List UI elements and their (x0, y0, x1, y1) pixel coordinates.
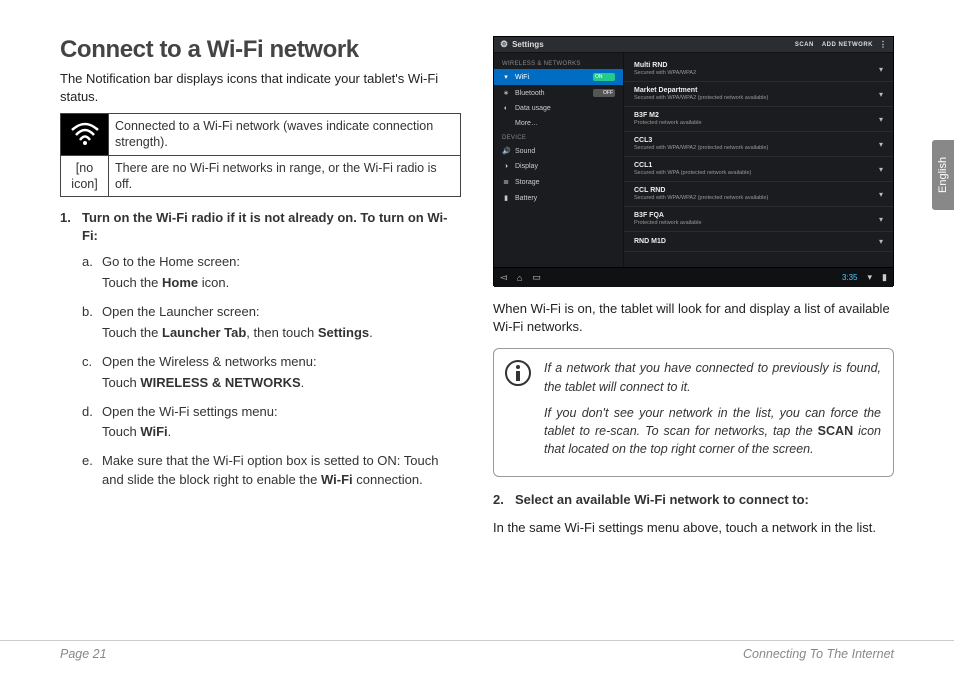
battery-icon: ▮ (882, 272, 887, 283)
sidebar-item: ◐Data usage (494, 101, 623, 116)
right-column: ⚙ Settings SCAN ADD NETWORK ⋮ WIRELESS &… (493, 36, 894, 620)
status-desc-2: There are no Wi-Fi networks in range, or… (109, 155, 461, 197)
network-row: Market DepartmentSecured with WPA/WPA2 (… (624, 82, 893, 107)
note-p1: If a network that you have connected to … (544, 359, 881, 395)
step-1e: Make sure that the Wi-Fi option box is s… (82, 452, 461, 490)
network-row: CCL3Secured with WPA/WPA2 (protected net… (624, 132, 893, 157)
add-network-action: ADD NETWORK (822, 42, 873, 48)
shot-network-list: Multi RNDSecured with WPA/WPA2▾Market De… (624, 53, 893, 267)
wifi-icon (70, 122, 100, 146)
overflow-icon: ⋮ (879, 40, 887, 49)
network-row: B3F M2Protected network available▾ (624, 107, 893, 132)
note-p2: If you don't see your network in the lis… (544, 404, 881, 458)
clock: 3:35 (842, 273, 858, 282)
step-2-body: In the same Wi-Fi settings menu above, t… (493, 519, 894, 537)
section-name: Connecting To The Internet (743, 647, 894, 661)
status-table: Connected to a Wi-Fi network (waves indi… (60, 113, 461, 197)
info-note: If a network that you have connected to … (493, 348, 894, 477)
no-icon-cell: [no icon] (61, 155, 109, 197)
caption-text: When Wi-Fi is on, the tablet will look f… (493, 300, 894, 336)
home-icon: ⌂ (517, 273, 522, 283)
network-row: CCL1Secured with WPA (protected network … (624, 157, 893, 182)
step-1-head: Turn on the Wi-Fi radio if it is not alr… (82, 210, 447, 243)
status-desc-1: Connected to a Wi-Fi network (waves indi… (109, 114, 461, 156)
shot-titlebar: ⚙ Settings SCAN ADD NETWORK ⋮ (494, 37, 893, 53)
settings-screenshot: ⚙ Settings SCAN ADD NETWORK ⋮ WIRELESS &… (493, 36, 894, 286)
step-1: Turn on the Wi-Fi radio if it is not alr… (60, 209, 461, 490)
page-title: Connect to a Wi-Fi network (60, 36, 461, 64)
sidebar-item: ▾WiFiON (494, 69, 623, 85)
shot-title: Settings (512, 40, 544, 49)
step-1b: Open the Launcher screen: Touch the Laun… (82, 303, 461, 343)
sidebar-item: More… (494, 116, 623, 131)
network-row: CCL RNDSecured with WPA/WPA2 (protected … (624, 182, 893, 207)
sidebar-item: ▮Battery (494, 190, 623, 206)
left-column: Connect to a Wi-Fi network The Notificat… (60, 36, 461, 620)
network-row: Multi RNDSecured with WPA/WPA2▾ (624, 57, 893, 82)
page-number: Page 21 (60, 647, 107, 661)
step-1a: Go to the Home screen: Touch the Home ic… (82, 253, 461, 293)
sidebar-item: ◑Display (494, 159, 623, 174)
network-row: RND M1D▾ (624, 232, 893, 252)
info-icon (504, 359, 532, 387)
side-header-wireless: WIRELESS & NETWORKS (494, 57, 623, 69)
step-2: Select an available Wi-Fi network to con… (493, 491, 894, 509)
language-tab: English (932, 140, 954, 210)
back-icon: ◅ (500, 272, 507, 283)
page-footer: Page 21 Connecting To The Internet (0, 640, 954, 661)
step-2-head: Select an available Wi-Fi network to con… (515, 492, 809, 507)
scan-action: SCAN (795, 42, 814, 48)
network-row: B3F FQAProtected network available▾ (624, 207, 893, 232)
shot-navbar: ◅ ⌂ ▭ 3:35 ▾ ▮ (494, 267, 893, 287)
sidebar-item: 🔊Sound (494, 143, 623, 159)
recents-icon: ▭ (532, 272, 541, 283)
intro-text: The Notification bar displays icons that… (60, 70, 461, 105)
side-header-device: DEVICE (494, 131, 623, 143)
gear-icon: ⚙ (500, 39, 508, 50)
wifi-status-icon: ▾ (868, 272, 873, 283)
step-1c: Open the Wireless & networks menu: Touch… (82, 353, 461, 393)
sidebar-item: ≣Storage (494, 174, 623, 190)
shot-sidebar: WIRELESS & NETWORKS ▾WiFiON∗BluetoothOFF… (494, 53, 624, 267)
wifi-icon-cell (61, 114, 109, 156)
step-1d: Open the Wi-Fi settings menu: Touch WiFi… (82, 403, 461, 443)
sidebar-item: ∗BluetoothOFF (494, 85, 623, 101)
